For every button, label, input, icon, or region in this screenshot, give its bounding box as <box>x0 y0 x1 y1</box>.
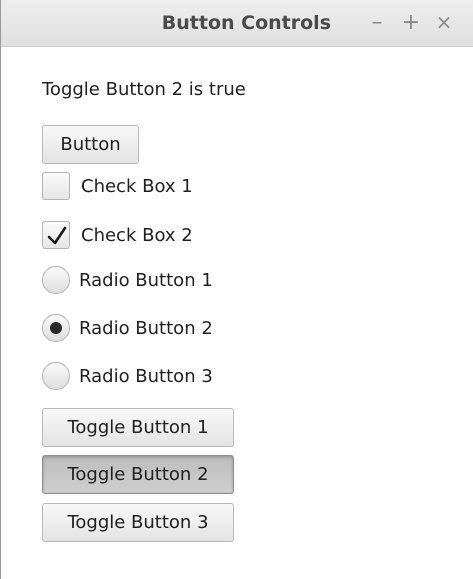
checkbox-2-label: Check Box 2 <box>81 224 193 246</box>
app-window: Button Controls – + × Toggle Button 2 is… <box>0 0 473 579</box>
minimize-button[interactable]: – <box>365 0 389 47</box>
toggle-button-1[interactable]: Toggle Button 1 <box>42 408 234 447</box>
button[interactable]: Button <box>42 125 139 164</box>
title-bar[interactable]: Button Controls – + × <box>1 0 473 47</box>
maximize-button[interactable]: + <box>399 0 423 47</box>
radio-2-dot <box>50 322 62 334</box>
radio-1-label: Radio Button 1 <box>79 269 213 291</box>
close-button[interactable]: × <box>432 0 456 47</box>
radio-1-circle[interactable] <box>42 266 70 294</box>
checkbox-2-box[interactable] <box>42 221 70 249</box>
checkbox-1[interactable]: Check Box 1 <box>42 171 193 201</box>
window-title: Button Controls <box>161 12 331 34</box>
radio-2-label: Radio Button 2 <box>79 317 213 339</box>
radio-button-1[interactable]: Radio Button 1 <box>42 265 213 295</box>
checkbox-1-label: Check Box 1 <box>81 175 193 197</box>
status-label: Toggle Button 2 is true <box>42 79 246 100</box>
checkbox-2[interactable]: Check Box 2 <box>42 220 193 250</box>
checkmark-icon <box>47 226 67 245</box>
toggle-button-3[interactable]: Toggle Button 3 <box>42 503 234 542</box>
radio-button-2[interactable]: Radio Button 2 <box>42 313 213 343</box>
radio-2-circle[interactable] <box>42 314 70 342</box>
radio-button-3[interactable]: Radio Button 3 <box>42 361 213 391</box>
checkbox-1-box[interactable] <box>42 172 70 200</box>
radio-3-label: Radio Button 3 <box>79 365 213 387</box>
toggle-button-2[interactable]: Toggle Button 2 <box>42 455 234 494</box>
radio-3-circle[interactable] <box>42 362 70 390</box>
